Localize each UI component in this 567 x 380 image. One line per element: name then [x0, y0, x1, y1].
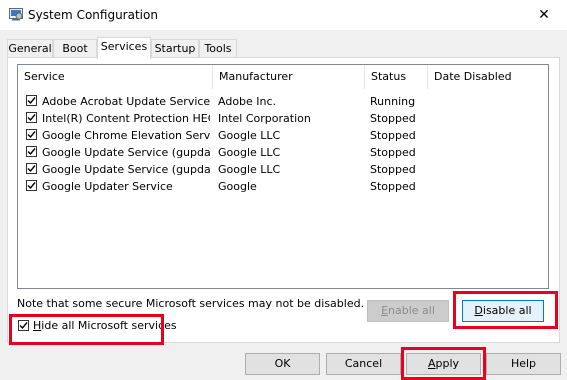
cancel-button[interactable]: Cancel	[326, 353, 401, 375]
table-row[interactable]: Google Update Service (gupdate) Google L…	[18, 144, 548, 161]
service-date-disabled	[433, 127, 543, 144]
service-status: Stopped	[370, 129, 416, 142]
service-checkbox[interactable]	[26, 180, 37, 191]
tab-services[interactable]: Services	[97, 37, 151, 59]
highlight-disable-all	[453, 291, 558, 329]
window-title: System Configuration	[28, 8, 158, 22]
service-date-disabled	[433, 93, 543, 110]
service-name: Google Update Service (gupdate)	[42, 146, 210, 159]
column-header-manufacturer[interactable]: Manufacturer	[213, 65, 364, 89]
column-header-service[interactable]: Service	[18, 65, 212, 89]
service-manufacturer: Google LLC	[218, 129, 281, 142]
service-status: Stopped	[370, 146, 416, 159]
service-manufacturer: Google LLC	[218, 163, 281, 176]
service-checkbox[interactable]	[26, 112, 37, 123]
highlight-apply	[401, 347, 486, 380]
highlight-hide-microsoft-services	[9, 314, 164, 345]
column-header-date-disabled[interactable]: Date Disabled	[428, 65, 548, 89]
service-checkbox[interactable]	[26, 95, 37, 106]
service-name: Google Update Service (gupdatem)	[42, 163, 210, 176]
service-name: Google Updater Service	[42, 180, 173, 193]
table-row[interactable]: Intel(R) Content Protection HEC... Intel…	[18, 110, 548, 127]
service-checkbox[interactable]	[26, 129, 37, 140]
tab-tools[interactable]: Tools	[199, 39, 237, 57]
service-checkbox[interactable]	[26, 163, 37, 174]
service-name: Google Chrome Elevation Servic...	[42, 129, 210, 142]
service-status: Stopped	[370, 112, 416, 125]
service-date-disabled	[433, 178, 543, 195]
table-row[interactable]: Google Updater Service Google Stopped	[18, 178, 548, 195]
services-list[interactable]: Service Manufacturer Status Date Disable…	[17, 64, 549, 289]
service-date-disabled	[433, 161, 543, 178]
help-button[interactable]: Help	[486, 353, 561, 375]
close-icon: ✕	[538, 7, 550, 23]
ok-button[interactable]: OK	[245, 353, 320, 375]
service-name: Intel(R) Content Protection HEC...	[42, 112, 210, 125]
tab-general[interactable]: General	[7, 39, 53, 57]
service-manufacturer: Google LLC	[218, 146, 281, 159]
service-checkbox[interactable]	[26, 146, 37, 157]
service-name: Adobe Acrobat Update Service	[42, 95, 210, 108]
table-row[interactable]: Google Update Service (gupdatem) Google …	[18, 161, 548, 178]
service-status: Stopped	[370, 180, 416, 193]
service-manufacturer: Adobe Inc.	[218, 95, 277, 108]
table-row[interactable]: Adobe Acrobat Update Service Adobe Inc. …	[18, 93, 548, 110]
service-manufacturer: Intel Corporation	[218, 112, 311, 125]
tab-boot[interactable]: Boot	[53, 39, 97, 57]
service-manufacturer: Google	[218, 180, 257, 193]
column-header-status[interactable]: Status	[365, 65, 427, 89]
service-date-disabled	[433, 144, 543, 161]
title-bar: System Configuration ✕	[0, 0, 567, 30]
enable-all-button[interactable]: Enable all	[367, 300, 449, 322]
secure-services-note: Note that some secure Microsoft services…	[17, 297, 365, 310]
service-date-disabled	[433, 110, 543, 127]
system-config-icon	[9, 7, 23, 21]
table-row[interactable]: Google Chrome Elevation Servic... Google…	[18, 127, 548, 144]
service-status: Running	[370, 95, 416, 108]
tab-startup[interactable]: Startup	[151, 39, 199, 57]
close-button[interactable]: ✕	[521, 0, 567, 30]
service-status: Stopped	[370, 163, 416, 176]
